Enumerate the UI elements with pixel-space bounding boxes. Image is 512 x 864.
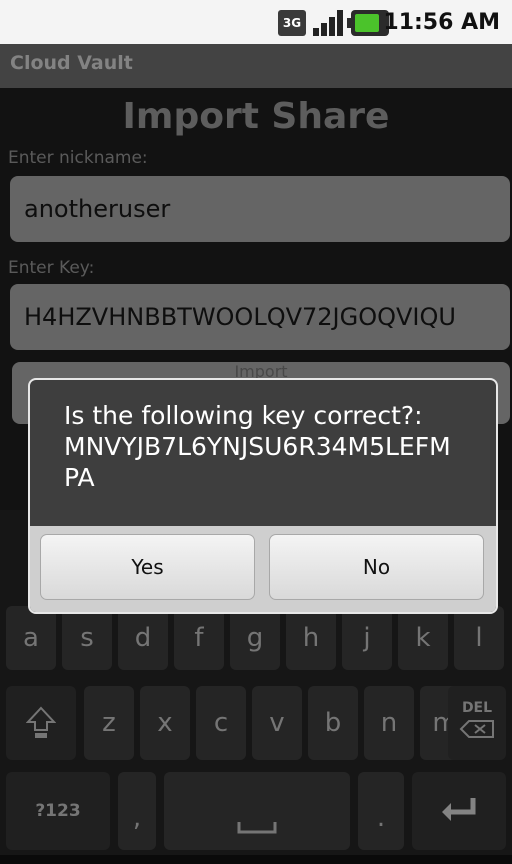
yes-button[interactable]: Yes xyxy=(40,534,255,600)
network-3g-icon: 3G xyxy=(278,10,306,36)
status-time: 11:56 AM xyxy=(383,10,500,35)
signal-strength-icon xyxy=(313,10,343,36)
dialog-message: Is the following key correct?: MNVYJB7L6… xyxy=(64,401,451,492)
dialog-button-bar: Yes No xyxy=(30,526,496,612)
confirm-key-dialog: Is the following key correct?: MNVYJB7L6… xyxy=(28,378,498,614)
no-button[interactable]: No xyxy=(269,534,484,600)
status-bar: 3G 11:56 AM xyxy=(0,0,512,44)
